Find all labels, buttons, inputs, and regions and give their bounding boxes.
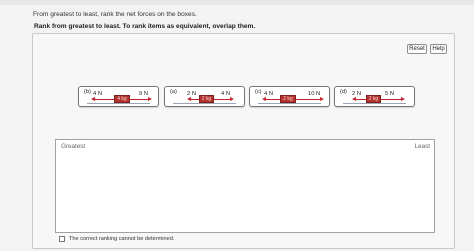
item-letter: (a) xyxy=(170,89,177,95)
item-letter: (c) xyxy=(255,89,262,95)
item-letter: (d) xyxy=(340,89,347,95)
box: 2 kg xyxy=(280,95,296,103)
top-strip xyxy=(0,0,474,5)
box: 4 kg xyxy=(114,95,130,103)
right-arrow-head-icon xyxy=(320,97,324,101)
right-arrow-head-icon xyxy=(148,97,152,101)
right-force-label: 5 N xyxy=(385,91,395,97)
ranking-drop-area[interactable]: Greatest Least xyxy=(55,139,435,233)
left-force-arrow xyxy=(95,99,115,101)
right-force-label: 9 N xyxy=(139,91,149,97)
ranking-instructions: Rank from greatest to least. To rank ite… xyxy=(34,23,256,30)
right-force-label: 10 N xyxy=(308,91,321,97)
right-arrow-head-icon xyxy=(401,97,405,101)
help-button[interactable]: Help xyxy=(430,44,447,54)
cannot-determine-option[interactable]: The correct ranking cannot be determined… xyxy=(59,234,174,243)
rank-item-c[interactable]: (c) 4 N 10 N 2 kg xyxy=(249,86,330,107)
ranking-panel: Rank from greatest to least. To rank ite… xyxy=(32,23,455,249)
greatest-label: Greatest xyxy=(61,143,86,150)
right-force-arrow xyxy=(130,99,148,101)
rank-item-b[interactable]: (b) 4 N 9 N 4 kg xyxy=(78,86,159,107)
least-label: Least xyxy=(414,143,430,150)
left-force-arrow xyxy=(266,99,280,101)
left-force-arrow xyxy=(356,99,366,101)
floor-line xyxy=(87,103,150,104)
cannot-determine-label: The correct ranking cannot be determined… xyxy=(69,235,175,242)
box: 2 kg xyxy=(199,95,214,103)
right-force-arrow xyxy=(381,99,401,101)
floor-line xyxy=(343,103,406,104)
right-force-label: 4 N xyxy=(221,91,231,97)
floor-line xyxy=(258,103,321,104)
right-force-arrow xyxy=(214,99,230,101)
right-arrow-head-icon xyxy=(230,97,234,101)
floor-line xyxy=(173,103,236,104)
item-letter: (b) xyxy=(84,89,91,95)
box: 2 kg xyxy=(366,95,381,103)
left-force-arrow xyxy=(191,99,199,101)
right-force-arrow xyxy=(296,99,320,101)
rank-item-d[interactable]: (d) 2 N 5 N 2 kg xyxy=(334,86,415,107)
rank-item-a[interactable]: (a) 2 N 4 N 2 kg xyxy=(164,86,245,107)
cannot-determine-checkbox[interactable] xyxy=(59,235,65,242)
reset-button[interactable]: Reset xyxy=(407,44,427,54)
question-text: From greatest to least, rank the net for… xyxy=(33,11,197,18)
